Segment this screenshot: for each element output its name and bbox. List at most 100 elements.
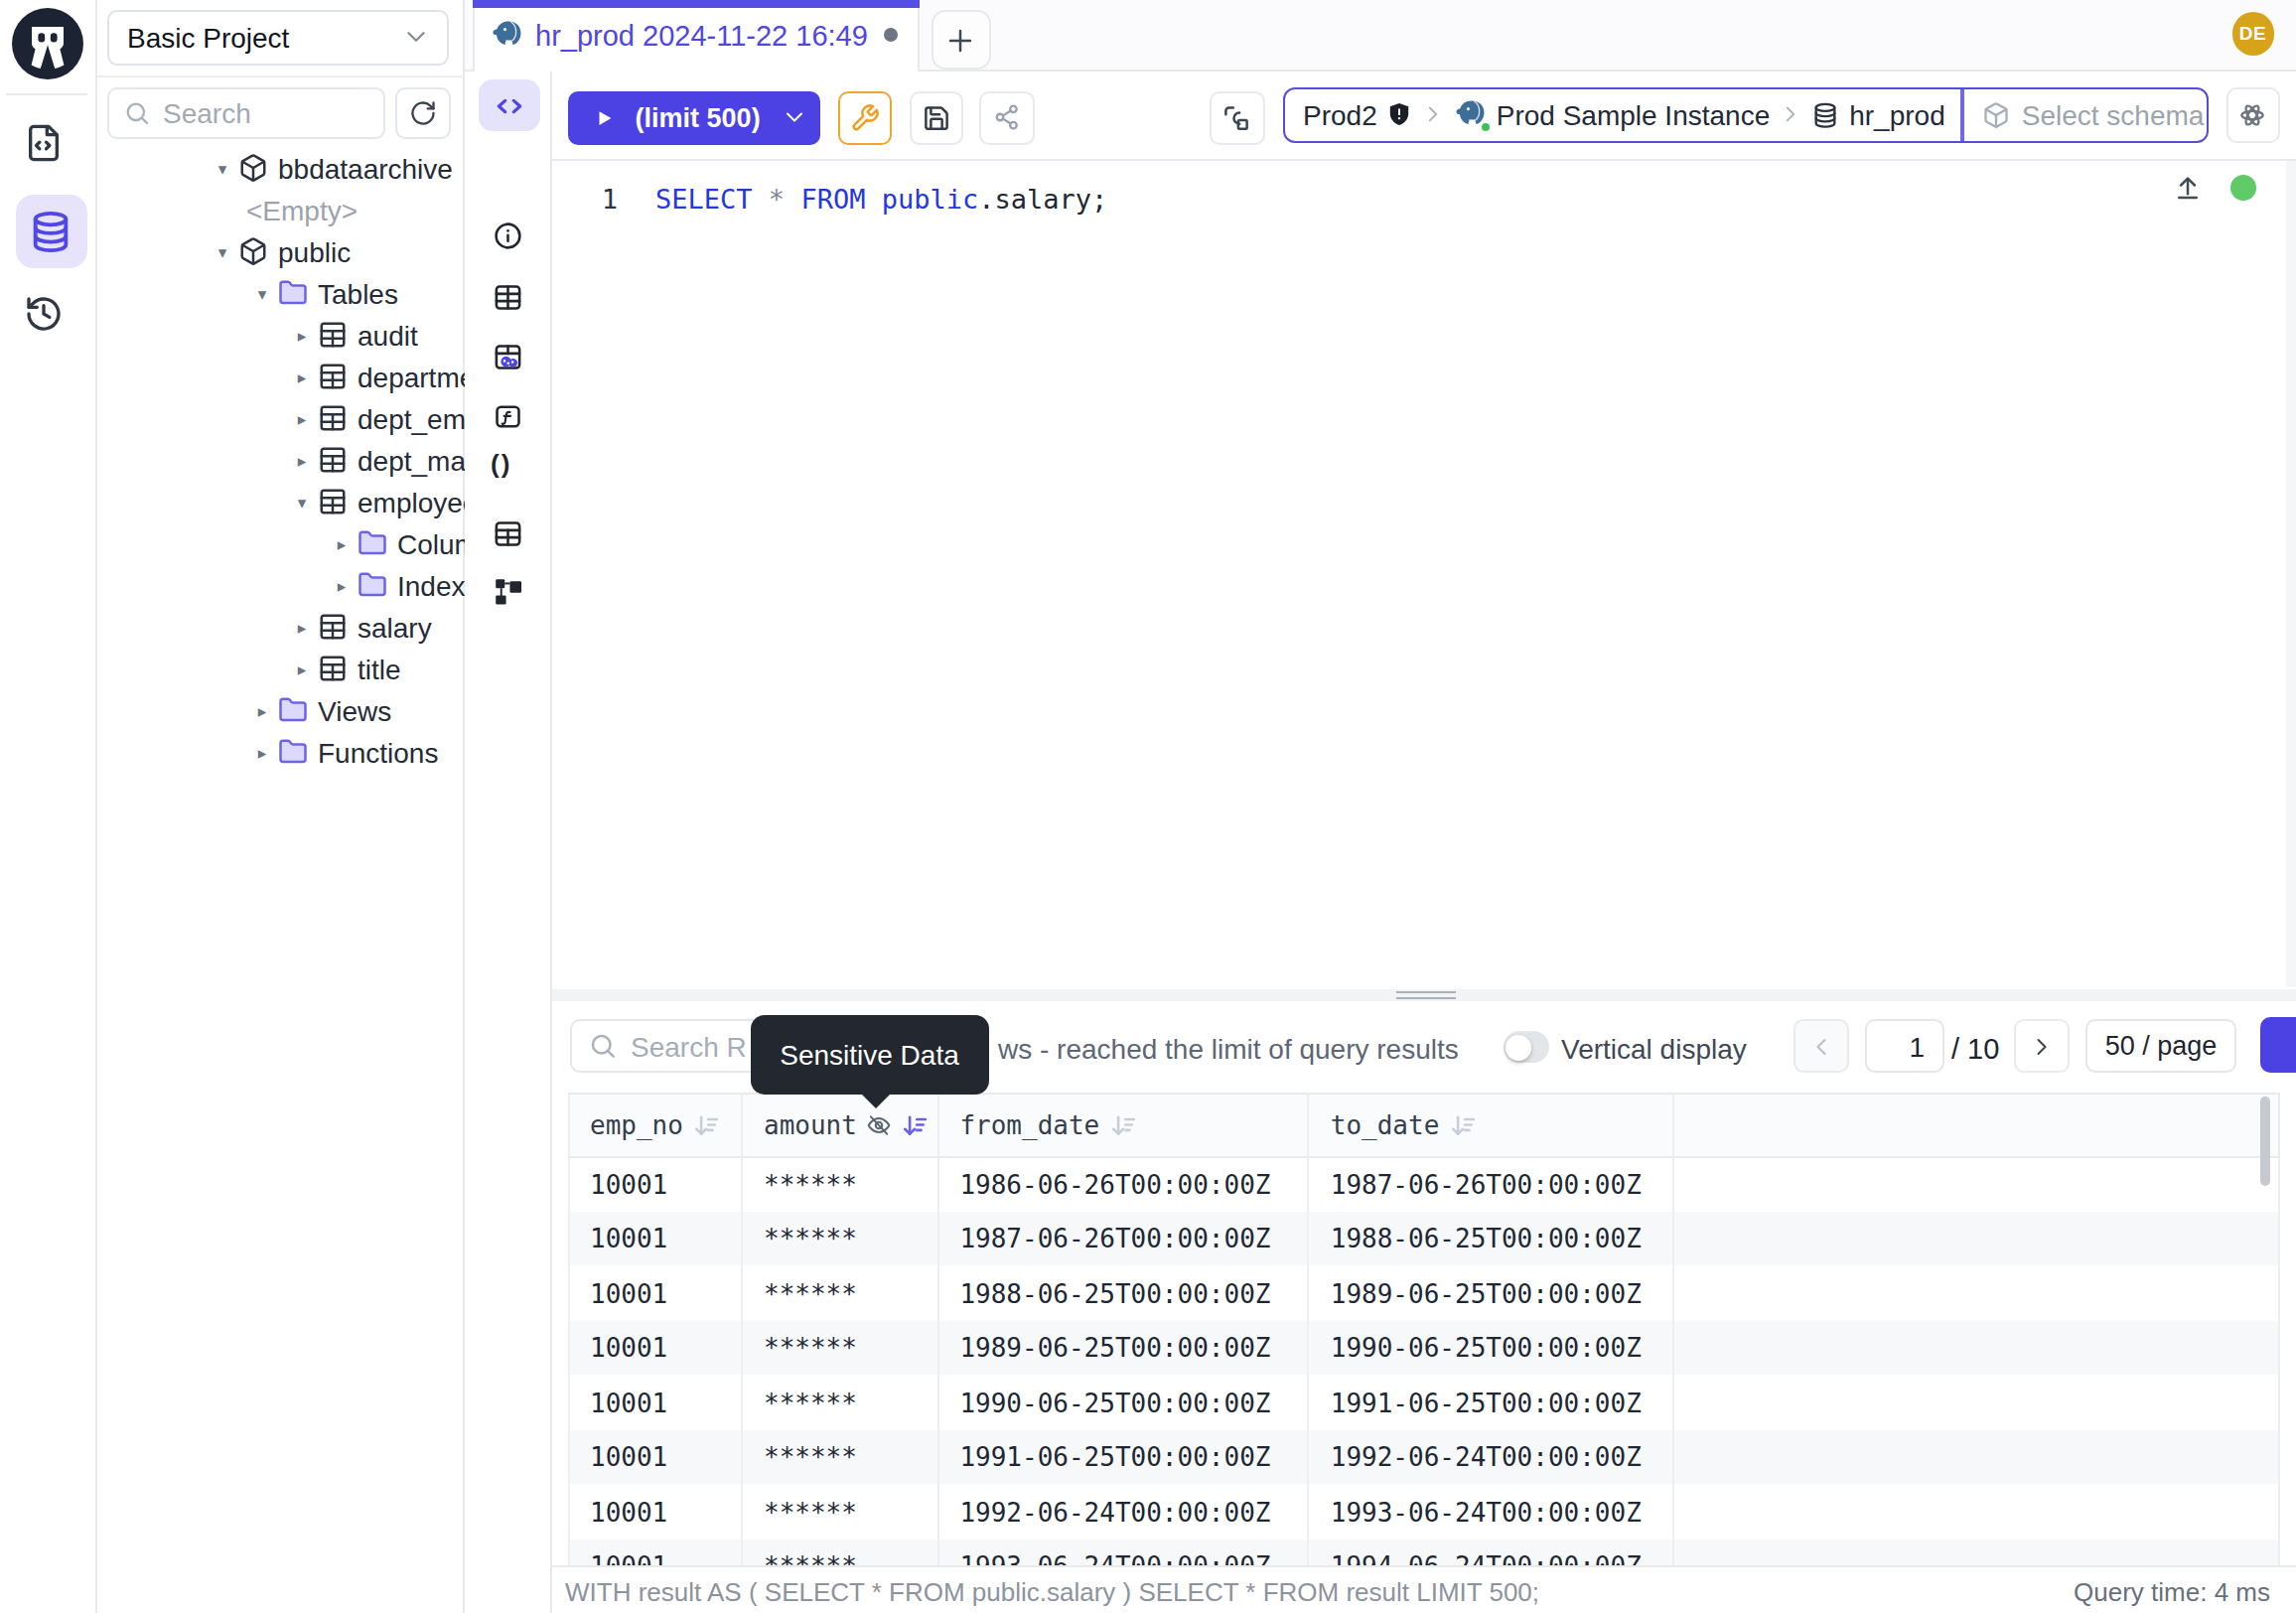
column-header-from_date[interactable]: from_date: [937, 1095, 1308, 1157]
table-cell: ******: [742, 1485, 937, 1540]
column-header-to_date[interactable]: to_date: [1309, 1095, 1674, 1157]
panel-resize-handle[interactable]: [551, 988, 2296, 1001]
tree-item-public[interactable]: ▾public: [97, 230, 465, 272]
table-row[interactable]: 10001******1992-06-24T00:00:00Z1993-06-2…: [568, 1485, 2280, 1540]
sort-icon[interactable]: [693, 1112, 719, 1138]
table-row[interactable]: 10001******1987-06-26T00:00:00Z1988-06-2…: [568, 1212, 2280, 1266]
sql-code-editor[interactable]: 1 SELECT * FROM public.salary;: [551, 161, 2296, 988]
parentheses-icon[interactable]: (): [491, 448, 511, 478]
sql-statement: SELECT * FROM public.salary;: [655, 184, 1107, 216]
tree-item--empty-[interactable]: <Empty>: [97, 189, 465, 230]
table-icon[interactable]: [493, 281, 523, 312]
tree-item-label: salary: [358, 611, 432, 643]
export-results-button[interactable]: [2260, 1018, 2296, 1074]
table-row[interactable]: 10001******1991-06-25T00:00:00Z1992-06-2…: [568, 1430, 2280, 1485]
save-sheet-button[interactable]: [909, 90, 963, 144]
tree-item-title[interactable]: ▸title: [97, 648, 465, 689]
sort-icon[interactable]: [903, 1112, 929, 1138]
page-total-label: / 10: [1951, 1033, 1999, 1065]
sql-editor-app: Basic Project Search ▾bbdataarchive<Empt…: [0, 0, 2296, 1613]
admin-wrench-button[interactable]: [837, 90, 892, 144]
caret-right-icon[interactable]: ▸: [326, 533, 358, 553]
results-scrollbar-thumb[interactable]: [2260, 1098, 2270, 1187]
function-icon[interactable]: [493, 401, 523, 432]
tree-item-columns[interactable]: ▸Columns: [97, 522, 465, 564]
column-header-filler: [1674, 1095, 2280, 1157]
tree-item-employee[interactable]: ▾employee: [97, 481, 465, 522]
database-icon[interactable]: [28, 209, 73, 254]
cube-icon: [238, 236, 268, 266]
project-select[interactable]: Basic Project: [107, 9, 449, 65]
table-icon: [318, 320, 348, 350]
table-cell: 1989-06-25T00:00:00Z: [1309, 1266, 1674, 1321]
database-cylinder-icon: [1811, 101, 1839, 129]
add-tab-button[interactable]: [931, 10, 990, 70]
tree-item-bbdataarchive[interactable]: ▾bbdataarchive: [97, 147, 465, 189]
caret-right-icon[interactable]: ▸: [286, 450, 318, 470]
tree-item-dept-emp[interactable]: ▸dept_emp: [97, 397, 465, 439]
page-number-input[interactable]: 1: [1865, 1019, 1944, 1074]
next-page-button[interactable]: [2014, 1019, 2069, 1074]
info-icon[interactable]: [493, 220, 523, 251]
history-icon[interactable]: [24, 294, 64, 334]
caret-down-icon[interactable]: ▾: [207, 158, 238, 178]
tree-item-salary[interactable]: ▸ salary: [97, 606, 465, 648]
caret-right-icon[interactable]: ▸: [246, 742, 278, 762]
export-icon[interactable]: [2173, 173, 2203, 203]
tree-item-tables[interactable]: ▾Tables: [97, 272, 465, 314]
run-query-button[interactable]: (limit 500): [568, 90, 821, 144]
database-label: hr_prod: [1849, 99, 1945, 131]
caret-right-icon[interactable]: ▸: [326, 575, 358, 595]
page-number-value: 1: [1909, 1030, 1925, 1062]
tree-search-input[interactable]: Search: [107, 87, 385, 139]
caret-right-icon[interactable]: ▸: [286, 617, 318, 637]
run-options-chevron-icon[interactable]: [783, 105, 806, 129]
caret-down-icon[interactable]: ▾: [246, 283, 278, 303]
connection-breadcrumb[interactable]: Prod2 Prod Sample Instance hr_prod Selec…: [1283, 87, 2208, 142]
format-sql-button[interactable]: [1210, 90, 1264, 144]
caret-right-icon[interactable]: ▸: [246, 700, 278, 720]
tree-item-views[interactable]: ▸Views: [97, 689, 465, 731]
bytebase-logo-icon[interactable]: [12, 8, 83, 79]
mini-rail-item-sql-active[interactable]: [478, 79, 540, 131]
editor-scrollbar[interactable]: [2286, 161, 2296, 988]
tree-item-department[interactable]: ▸department: [97, 356, 465, 397]
tree-item-dept-mana-[interactable]: ▸dept_mana...: [97, 439, 465, 481]
share-button[interactable]: [979, 90, 1035, 144]
table-cell: 10001: [568, 1430, 742, 1485]
tree-item-functions[interactable]: ▸Functions: [97, 731, 465, 773]
previous-page-button[interactable]: [1794, 1019, 1848, 1074]
caret-down-icon[interactable]: ▾: [286, 492, 318, 512]
table-row[interactable]: 10001******1993-06-24T00:00:00Z1994-06-2…: [568, 1540, 2280, 1566]
sort-icon[interactable]: [1109, 1112, 1135, 1138]
table-detail-icon[interactable]: [493, 518, 523, 549]
select-schema-button[interactable]: Select schema: [1964, 99, 2205, 131]
masked-table-icon[interactable]: [493, 341, 523, 371]
page-size-select[interactable]: 50 / page: [2085, 1019, 2236, 1074]
tree-item-indexes[interactable]: ▸Indexes: [97, 564, 465, 606]
tree-item-audit[interactable]: ▸audit: [97, 314, 465, 356]
table-row[interactable]: 10001******1986-06-26T00:00:00Z1987-06-2…: [568, 1157, 2280, 1212]
avatar[interactable]: DE: [2231, 12, 2274, 55]
caret-down-icon[interactable]: ▾: [207, 241, 238, 261]
caret-right-icon[interactable]: ▸: [286, 408, 318, 428]
ai-assistant-button[interactable]: [2225, 87, 2279, 142]
sort-icon[interactable]: [1449, 1112, 1475, 1138]
tab-hr-prod[interactable]: hr_prod 2024-11-22 16:49: [472, 0, 919, 71]
table-row[interactable]: 10001******1990-06-25T00:00:00Z1991-06-2…: [568, 1376, 2280, 1430]
column-header-amount[interactable]: amount: [742, 1095, 937, 1157]
table-row[interactable]: 10001******1989-06-25T00:00:00Z1990-06-2…: [568, 1321, 2280, 1376]
worksheet-icon[interactable]: [24, 123, 64, 163]
cube-icon: [238, 153, 268, 183]
caret-right-icon[interactable]: ▸: [286, 367, 318, 386]
schema-diagram-icon[interactable]: [493, 576, 523, 607]
caret-right-icon[interactable]: ▸: [286, 659, 318, 678]
column-header-emp_no[interactable]: emp_no: [568, 1095, 742, 1157]
table-cell: ******: [742, 1376, 937, 1430]
table-row[interactable]: 10001******1988-06-25T00:00:00Z1989-06-2…: [568, 1266, 2280, 1321]
plus-icon: [945, 25, 975, 55]
refresh-button[interactable]: [394, 87, 450, 139]
vertical-display-toggle[interactable]: [1503, 1032, 1549, 1064]
caret-right-icon[interactable]: ▸: [286, 325, 318, 345]
table-cell: 10001: [568, 1321, 742, 1376]
